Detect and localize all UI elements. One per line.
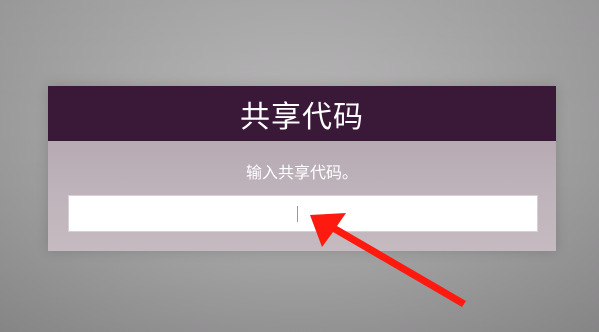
- annotation-arrow-icon: [310, 213, 466, 307]
